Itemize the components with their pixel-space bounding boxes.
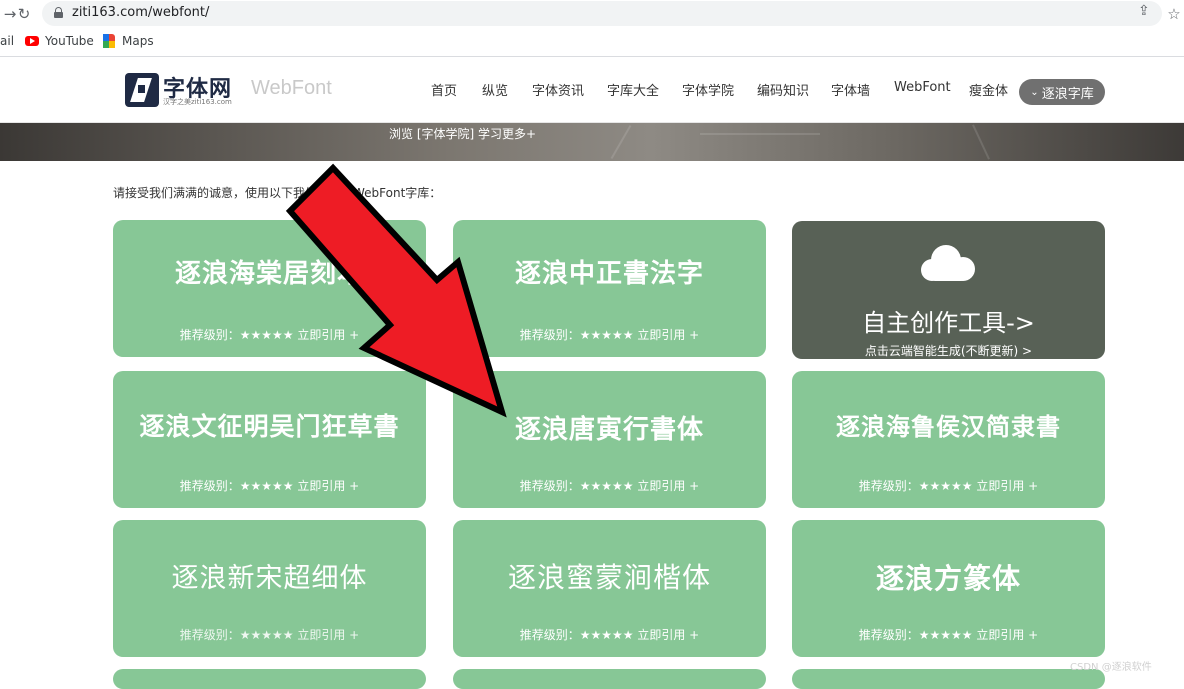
font-rating[interactable]: 推荐级别：★★★★★ 立即引用 +: [453, 477, 766, 494]
page-title: WebFont: [251, 77, 332, 99]
font-name: 逐浪蜜蒙涧楷体: [507, 561, 711, 594]
font-name: 逐浪海棠居刻本: [174, 259, 364, 289]
font-card[interactable]: 逐浪海鲁侯汉简隶書 推荐级别：★★★★★ 立即引用 +: [792, 371, 1105, 508]
font-card-partial[interactable]: [792, 669, 1105, 689]
hero-banner: 浏览 [字体学院] 学习更多+: [0, 123, 1184, 161]
chevron-down-icon: ⌄: [1030, 86, 1039, 98]
logo-icon: [125, 73, 159, 107]
reload-icon[interactable]: ↻: [14, 4, 34, 24]
bookmark-star-icon[interactable]: ☆: [1164, 4, 1184, 24]
font-name: 逐浪中正書法字: [514, 259, 704, 289]
font-card[interactable]: 逐浪蜜蒙涧楷体 推荐级别：★★★★★ 立即引用 +: [453, 520, 766, 657]
nav-zhulang-fonts-button[interactable]: ⌄ 逐浪字库: [1019, 79, 1105, 105]
nav-font-wall[interactable]: 字体墙: [831, 80, 870, 99]
intro-text: 请接受我们满满的诚意，使用以下我们开放的WebFont字库：: [113, 186, 442, 200]
nav-special-label: 逐浪字库: [1041, 86, 1094, 102]
address-bar[interactable]: ziti163.com/webfont/ ⇪: [42, 1, 1162, 26]
font-name: 逐浪唐寅行書体: [514, 415, 704, 445]
font-rating[interactable]: 推荐级别：★★★★★ 立即引用 +: [113, 326, 426, 343]
font-card-partial[interactable]: [113, 669, 426, 689]
address-row: → ↻ ziti163.com/webfont/ ⇪ ☆: [0, 0, 1184, 28]
font-card[interactable]: 逐浪方篆体 推荐级别：★★★★★ 立即引用 +: [792, 520, 1105, 657]
maps-icon: [103, 34, 116, 48]
tool-subtitle[interactable]: 点击云端智能生成(不断更新) >: [792, 342, 1105, 359]
font-rating[interactable]: 推荐级别：★★★★★ 立即引用 +: [792, 477, 1105, 494]
nav-home[interactable]: 首页: [431, 80, 457, 99]
nav-font-library[interactable]: 字库大全: [607, 80, 659, 99]
font-name: 逐浪方篆体: [875, 562, 1021, 595]
youtube-icon: [25, 36, 39, 46]
font-card[interactable]: 逐浪文征明吴门狂草書 推荐级别：★★★★★ 立即引用 +: [113, 371, 426, 508]
site-header: 字体网 汉字之美ziti163.com WebFont 首页 纵览 字体资讯 字…: [0, 57, 1184, 123]
font-card[interactable]: 逐浪新宋超细体 推荐级别：★★★★★ 立即引用 +: [113, 520, 426, 657]
cloud-icon: [921, 241, 975, 283]
nav-encoding[interactable]: 编码知识: [757, 80, 809, 99]
lock-icon[interactable]: [54, 7, 63, 18]
bookmark-label: YouTube: [45, 34, 94, 48]
bookmark-label: Maps: [122, 34, 154, 48]
banner-decoration: [972, 124, 990, 160]
font-card[interactable]: 逐浪中正書法字 推荐级别：★★★★★ 立即引用 +: [453, 220, 766, 357]
banner-decoration: [700, 133, 820, 135]
bookmark-label: ail: [0, 34, 15, 48]
logo-subtext: 汉字之美ziti163.com: [163, 98, 232, 106]
nav-font-academy[interactable]: 字体学院: [682, 80, 734, 99]
url-text[interactable]: ziti163.com/webfont/: [72, 5, 209, 20]
bookmarks-bar: ail YouTube Maps: [0, 31, 1184, 53]
tool-title: 自主创作工具->: [862, 309, 1035, 337]
font-rating[interactable]: 推荐级别：★★★★★ 立即引用 +: [113, 477, 426, 494]
font-rating[interactable]: 推荐级别：★★★★★ 立即引用 +: [453, 326, 766, 343]
font-rating[interactable]: 推荐级别：★★★★★ 立即引用 +: [792, 626, 1105, 643]
share-icon[interactable]: ⇪: [1138, 3, 1150, 19]
banner-link[interactable]: 浏览 [字体学院] 学习更多+: [389, 125, 536, 142]
font-name: 逐浪文征明吴门狂草書: [139, 412, 400, 441]
font-card-partial[interactable]: [453, 669, 766, 689]
banner-decoration: [610, 125, 632, 159]
font-card[interactable]: 逐浪唐寅行書体 推荐级别：★★★★★ 立即引用 +: [453, 371, 766, 508]
nav-webfont[interactable]: WebFont: [894, 80, 951, 95]
nav-shoujin[interactable]: 瘦金体: [969, 80, 1008, 99]
creation-tool-card[interactable]: 自主创作工具-> 点击云端智能生成(不断更新) >: [792, 221, 1105, 359]
bookmark-youtube[interactable]: YouTube: [25, 34, 94, 48]
bookmark-maps[interactable]: Maps: [103, 34, 154, 48]
font-card[interactable]: 逐浪海棠居刻本 推荐级别：★★★★★ 立即引用 +: [113, 220, 426, 357]
nav-font-news[interactable]: 字体资讯: [532, 80, 584, 99]
browser-toolbar: → ↻ ziti163.com/webfont/ ⇪ ☆ ail YouTube…: [0, 0, 1184, 57]
font-rating[interactable]: 推荐级别：★★★★★ 立即引用 +: [453, 626, 766, 643]
nav-overview[interactable]: 纵览: [482, 80, 508, 99]
watermark: CSDN @逐浪软件: [1070, 662, 1152, 673]
font-name: 逐浪新宋超细体: [171, 563, 368, 594]
site-logo[interactable]: 字体网 汉字之美ziti163.com: [125, 73, 235, 107]
bookmark-gmail[interactable]: ail: [0, 34, 14, 48]
font-rating[interactable]: 推荐级别：★★★★★ 立即引用 +: [113, 626, 426, 643]
font-name: 逐浪海鲁侯汉简隶書: [836, 412, 1061, 441]
